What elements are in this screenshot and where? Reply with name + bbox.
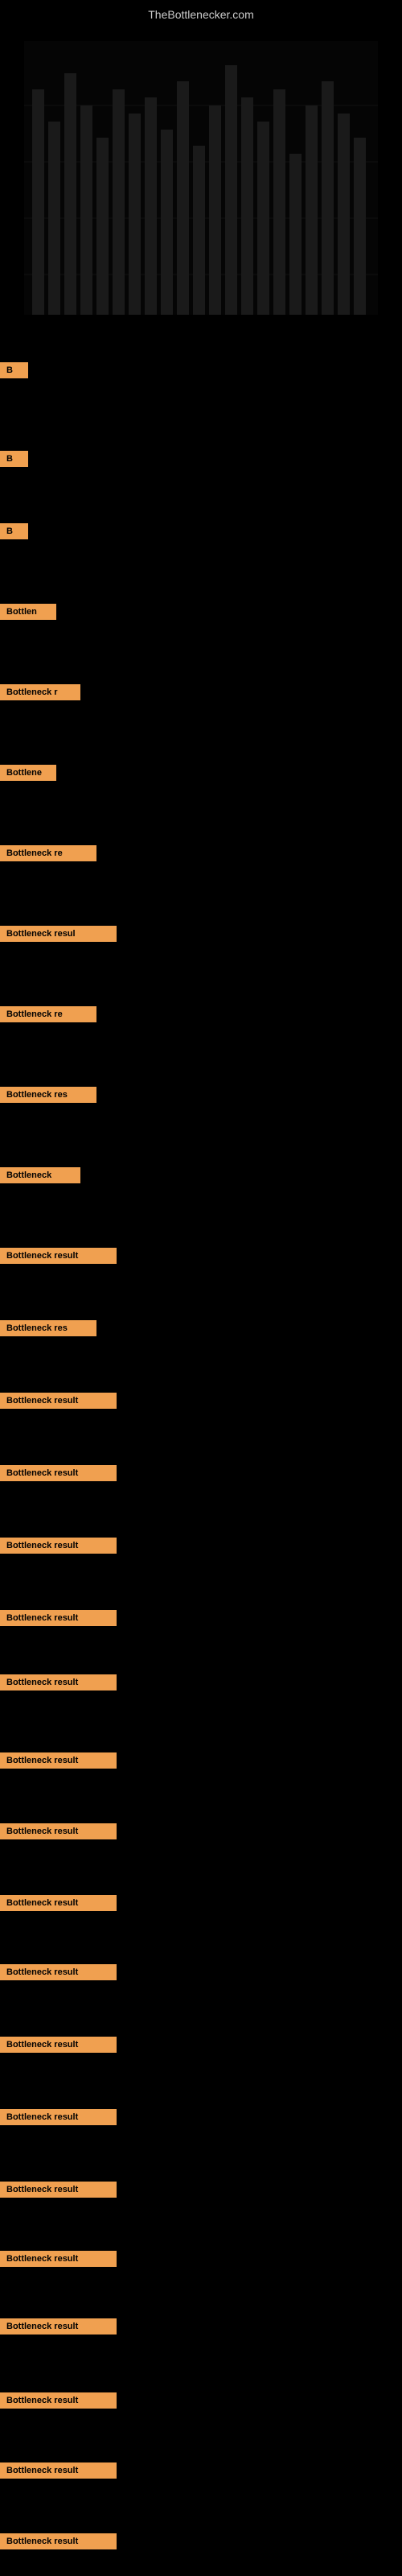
bottleneck-result-label-27: Bottleneck result (0, 2318, 117, 2334)
bottleneck-result-label-30: Bottleneck result (0, 2533, 117, 2549)
site-header: TheBottlenecker.com (0, 0, 402, 25)
result-row-1: B (0, 362, 28, 378)
bottleneck-result-label-17: Bottleneck result (0, 1610, 117, 1626)
result-row-14: Bottleneck result (0, 1393, 117, 1409)
result-row-2: B (0, 451, 28, 467)
result-row-26: Bottleneck result (0, 2251, 117, 2267)
result-row-6: Bottlene (0, 765, 56, 781)
result-row-8: Bottleneck resul (0, 926, 117, 942)
bottleneck-result-label-23: Bottleneck result (0, 2037, 117, 2053)
result-row-7: Bottleneck re (0, 845, 96, 861)
bottleneck-result-label-26: Bottleneck result (0, 2251, 117, 2267)
bottleneck-result-label-18: Bottleneck result (0, 1674, 117, 1690)
bottleneck-result-label-15: Bottleneck result (0, 1465, 117, 1481)
bottleneck-result-label-12: Bottleneck result (0, 1248, 117, 1264)
result-row-25: Bottleneck result (0, 2182, 117, 2198)
bottleneck-result-label-5: Bottleneck r (0, 684, 80, 700)
result-row-29: Bottleneck result (0, 2462, 117, 2479)
bottleneck-result-label-3: B (0, 523, 28, 539)
result-row-19: Bottleneck result (0, 1752, 117, 1769)
result-row-24: Bottleneck result (0, 2109, 117, 2125)
result-row-20: Bottleneck result (0, 1823, 117, 1839)
bottleneck-result-label-4: Bottlen (0, 604, 56, 620)
result-row-15: Bottleneck result (0, 1465, 117, 1481)
result-row-4: Bottlen (0, 604, 56, 620)
result-row-22: Bottleneck result (0, 1964, 117, 1980)
bottleneck-result-label-8: Bottleneck resul (0, 926, 117, 942)
bottleneck-result-label-11: Bottleneck (0, 1167, 80, 1183)
bottleneck-result-label-24: Bottleneck result (0, 2109, 117, 2125)
bottleneck-result-label-20: Bottleneck result (0, 1823, 117, 1839)
bottleneck-result-label-14: Bottleneck result (0, 1393, 117, 1409)
bottleneck-result-label-25: Bottleneck result (0, 2182, 117, 2198)
result-row-10: Bottleneck res (0, 1087, 96, 1103)
result-row-23: Bottleneck result (0, 2037, 117, 2053)
bottleneck-result-label-21: Bottleneck result (0, 1895, 117, 1911)
bottleneck-result-label-2: B (0, 451, 28, 467)
result-row-9: Bottleneck re (0, 1006, 96, 1022)
result-row-17: Bottleneck result (0, 1610, 117, 1626)
bottleneck-result-label-28: Bottleneck result (0, 2392, 117, 2409)
bottleneck-result-label-19: Bottleneck result (0, 1752, 117, 1769)
bottleneck-result-label-10: Bottleneck res (0, 1087, 96, 1103)
bottleneck-result-label-16: Bottleneck result (0, 1538, 117, 1554)
result-row-16: Bottleneck result (0, 1538, 117, 1554)
result-row-11: Bottleneck (0, 1167, 80, 1183)
result-row-18: Bottleneck result (0, 1674, 117, 1690)
bottleneck-result-label-6: Bottlene (0, 765, 56, 781)
bottleneck-result-label-22: Bottleneck result (0, 1964, 117, 1980)
result-row-13: Bottleneck res (0, 1320, 96, 1336)
result-row-5: Bottleneck r (0, 684, 80, 700)
result-row-21: Bottleneck result (0, 1895, 117, 1911)
chart-area (0, 25, 402, 331)
result-row-27: Bottleneck result (0, 2318, 117, 2334)
bottleneck-result-label-7: Bottleneck re (0, 845, 96, 861)
result-row-30: Bottleneck result (0, 2533, 117, 2549)
result-row-12: Bottleneck result (0, 1248, 117, 1264)
result-row-28: Bottleneck result (0, 2392, 117, 2409)
bottleneck-result-label-29: Bottleneck result (0, 2462, 117, 2479)
bottleneck-result-label-13: Bottleneck res (0, 1320, 96, 1336)
bottleneck-result-label-1: B (0, 362, 28, 378)
site-title: TheBottlenecker.com (0, 0, 402, 25)
bottleneck-result-label-9: Bottleneck re (0, 1006, 96, 1022)
result-row-3: B (0, 523, 28, 539)
